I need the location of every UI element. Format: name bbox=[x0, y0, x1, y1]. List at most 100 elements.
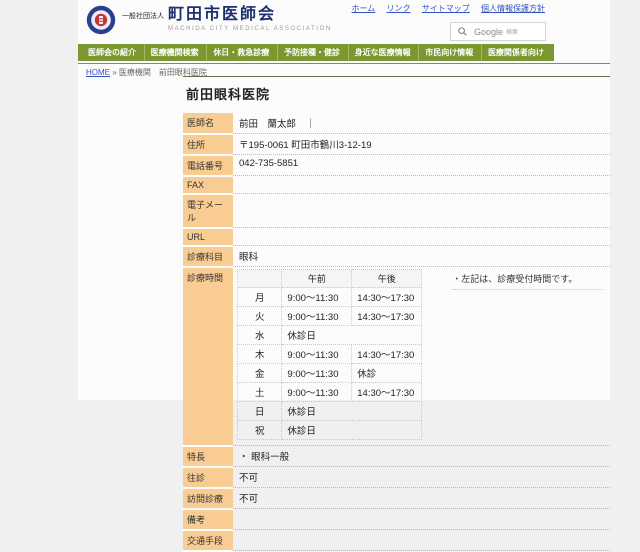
table-row: 訪問診療 不可 bbox=[183, 488, 610, 509]
pm-closed-label: 休診 bbox=[352, 364, 422, 383]
schedule-row-friday: 金 9:00～11:30 休診 bbox=[238, 364, 422, 383]
table-row: 備考 bbox=[183, 509, 610, 530]
am-hours: 9:00～11:30 bbox=[282, 345, 352, 364]
schedule-header-row: 午前 午後 bbox=[238, 270, 422, 288]
am-hours: 9:00～11:30 bbox=[282, 383, 352, 402]
table-row: 電子メール bbox=[183, 194, 610, 228]
row-label: 備考 bbox=[183, 509, 233, 530]
row-label: 交通手段 bbox=[183, 530, 233, 551]
table-row: 住所 〒195-0061 町田市鶴川3-12-19 bbox=[183, 134, 610, 155]
remarks-value bbox=[233, 509, 610, 530]
day-label: 火 bbox=[238, 307, 282, 326]
org-type-label: 一般社団法人 bbox=[122, 11, 164, 24]
nav-item-institution-search[interactable]: 医療機関検索 bbox=[144, 44, 205, 61]
table-row: 医師名 前田 蘭太郎 ｜ bbox=[183, 113, 610, 134]
search-placeholder-hint: 検索 bbox=[506, 27, 518, 36]
schedule-pm-header: 午後 bbox=[352, 270, 422, 288]
day-label: 金 bbox=[238, 364, 282, 383]
page-container: 一般社団法人 町田市医師会 MACHIDA CITY MEDICAL ASSOC… bbox=[78, 0, 610, 400]
schedule-row-wednesday: 水 休診日 bbox=[238, 326, 422, 345]
schedule-note: ・左記は、診療受付時間です。 bbox=[452, 270, 604, 290]
visiting-care-value: 不可 bbox=[233, 488, 610, 509]
day-label: 祝 bbox=[238, 421, 282, 440]
schedule-row-saturday: 土 9:00～11:30 14:30～17:30 bbox=[238, 383, 422, 402]
table-row: 診療科目 眼科 bbox=[183, 246, 610, 267]
row-label: 医師名 bbox=[183, 113, 233, 134]
row-label: 電話番号 bbox=[183, 155, 233, 176]
row-label: 電子メール bbox=[183, 194, 233, 228]
fax-value bbox=[233, 176, 610, 194]
search-placeholder-brand: Google bbox=[474, 27, 503, 37]
day-label: 月 bbox=[238, 288, 282, 307]
day-label: 日 bbox=[238, 402, 282, 421]
pm-hours: 14:30～17:30 bbox=[352, 345, 422, 364]
table-row: 特長 ・ 眼科一般 bbox=[183, 446, 610, 467]
nav-item-about[interactable]: 医師会の紹介 bbox=[82, 44, 142, 61]
schedule-row-holiday: 祝 休診日 bbox=[238, 421, 422, 440]
title-divider bbox=[183, 76, 610, 77]
pm-hours: 14:30～17:30 bbox=[352, 383, 422, 402]
row-label: 往診 bbox=[183, 467, 233, 488]
am-hours: 9:00～11:30 bbox=[282, 288, 352, 307]
row-label: 診療時間 bbox=[183, 267, 233, 446]
day-label: 土 bbox=[238, 383, 282, 402]
day-label: 水 bbox=[238, 326, 282, 345]
consultation-hours-table: 午前 午後 月 9:00～11:30 14:30～17:30 bbox=[237, 269, 422, 440]
house-call-value: 不可 bbox=[233, 467, 610, 488]
row-label: URL bbox=[183, 228, 233, 246]
nav-item-medical-info[interactable]: 身近な医療情報 bbox=[348, 44, 417, 61]
table-row-schedule: 診療時間 午前 午後 bbox=[183, 267, 610, 446]
table-row: 交通手段 bbox=[183, 530, 610, 551]
closed-label: 休診日 bbox=[282, 326, 422, 345]
nav-item-professionals[interactable]: 医療関係者向け bbox=[481, 44, 550, 61]
row-label: 診療科目 bbox=[183, 246, 233, 267]
transportation-value bbox=[233, 530, 610, 551]
google-search-input[interactable]: Google 検索 bbox=[450, 22, 546, 41]
org-name: 町田市医師会 bbox=[168, 7, 276, 24]
association-logo-icon bbox=[86, 5, 116, 35]
breadcrumb-home-link[interactable]: HOME bbox=[86, 68, 110, 77]
schedule-row-tuesday: 火 9:00～11:30 14:30～17:30 bbox=[238, 307, 422, 326]
nav-item-citizen-info[interactable]: 市民向け情報 bbox=[418, 44, 479, 61]
schedule-note-item: ・左記は、診療受付時間です。 bbox=[452, 270, 604, 290]
am-hours: 9:00～11:30 bbox=[282, 307, 352, 326]
header-divider bbox=[78, 63, 610, 64]
table-row: URL bbox=[183, 228, 610, 246]
features-value: ・ 眼科一般 bbox=[233, 446, 610, 467]
link-privacy-policy[interactable]: 個人情報保護方針 bbox=[481, 4, 545, 13]
org-name-english: MACHIDA CITY MEDICAL ASSOCIATION bbox=[168, 26, 332, 32]
pm-hours: 14:30～17:30 bbox=[352, 288, 422, 307]
phone-value: 042-735-5851 bbox=[233, 155, 610, 176]
doctor-name-value: 前田 蘭太郎 ｜ bbox=[233, 113, 610, 134]
address-value: 〒195-0061 町田市鶴川3-12-19 bbox=[233, 134, 610, 155]
schedule-cell: 午前 午後 月 9:00～11:30 14:30～17:30 bbox=[233, 267, 610, 446]
url-value bbox=[233, 228, 610, 246]
org-identity: 一般社団法人 町田市医師会 MACHIDA CITY MEDICAL ASSOC… bbox=[122, 7, 332, 32]
nav-item-vaccination-checkup[interactable]: 予防接種・健診 bbox=[277, 44, 346, 61]
row-label: FAX bbox=[183, 176, 233, 194]
breadcrumb-separator: » bbox=[112, 68, 116, 77]
link-links[interactable]: リンク bbox=[387, 4, 411, 13]
table-row: FAX bbox=[183, 176, 610, 194]
nav-item-holiday-emergency[interactable]: 休日・救急診療 bbox=[206, 44, 275, 61]
schedule-am-header: 午前 bbox=[282, 270, 352, 288]
link-sitemap[interactable]: サイトマップ bbox=[422, 4, 470, 13]
table-row: 往診 不可 bbox=[183, 467, 610, 488]
clinic-details-table: 医師名 前田 蘭太郎 ｜ 住所 〒195-0061 町田市鶴川3-12-19 電… bbox=[183, 113, 610, 552]
schedule-row-thursday: 木 9:00～11:30 14:30～17:30 bbox=[238, 345, 422, 364]
row-label: 住所 bbox=[183, 134, 233, 155]
row-label: 訪問診療 bbox=[183, 488, 233, 509]
closed-label: 休診日 bbox=[282, 421, 422, 440]
search-icon bbox=[458, 27, 467, 36]
site-header: 一般社団法人 町田市医師会 MACHIDA CITY MEDICAL ASSOC… bbox=[78, 0, 610, 43]
schedule-row-sunday: 日 休診日 bbox=[238, 402, 422, 421]
main-content: 前田眼科医院 医師名 前田 蘭太郎 ｜ 住所 〒195-0061 町田市鶴川3-… bbox=[183, 76, 610, 552]
schedule-day-col-header bbox=[238, 270, 282, 288]
email-value bbox=[233, 194, 610, 228]
utility-links: ホーム リンク サイトマップ 個人情報保護方針 bbox=[343, 3, 545, 14]
am-hours: 9:00～11:30 bbox=[282, 364, 352, 383]
row-label: 特長 bbox=[183, 446, 233, 467]
link-home[interactable]: ホーム bbox=[352, 4, 376, 13]
table-row: 電話番号 042-735-5851 bbox=[183, 155, 610, 176]
department-value: 眼科 bbox=[233, 246, 610, 267]
